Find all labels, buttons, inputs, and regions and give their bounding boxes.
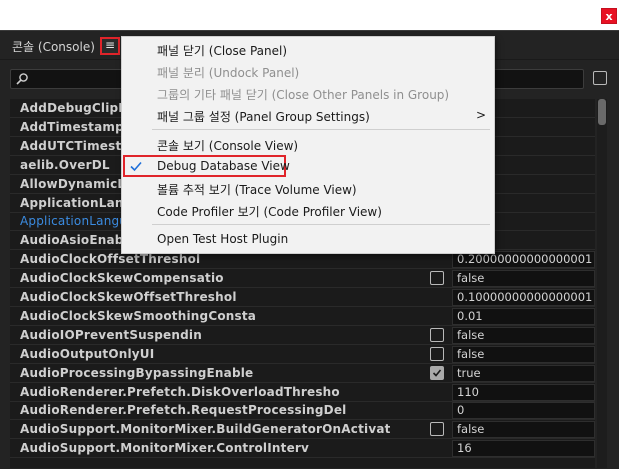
row-value-field[interactable]: 0 (452, 402, 595, 420)
row-name: AudioSupport.MonitorMixer.ControlInterv (20, 441, 310, 456)
search-icon (16, 73, 28, 85)
menu-item[interactable]: Code Profiler 보기 (Code Profiler View) (123, 199, 493, 221)
menu-item[interactable]: 패널 그룹 설정 (Panel Group Settings) > (123, 104, 493, 126)
row-value-field[interactable]: 0.10000000000000001 (452, 289, 595, 306)
table-row[interactable]: AudioOutputOnlyUI false (10, 345, 595, 364)
table-row[interactable]: AudioClockSkewCompensatio false (10, 269, 595, 289)
menu-item-label: 패널 닫기 (Close Panel) (157, 44, 288, 58)
panel-context-menu: 패널 닫기 (Close Panel) 패널 분리 (Undock Panel) 그… (121, 36, 495, 254)
menu-separator (152, 224, 490, 225)
row-name: AudioSupport.MonitorMixer.BuildGenerator… (20, 422, 390, 437)
row-value-field[interactable]: false (452, 326, 595, 344)
menu-item[interactable]: 콘솔 보기 (Console View) (123, 133, 493, 155)
scrollbar-thumb[interactable] (598, 99, 606, 125)
menu-item-label: Code Profiler 보기 (Code Profiler View) (157, 205, 382, 219)
row-name: AudioIOPreventSuspendin (20, 327, 202, 342)
row-name: AudioClockOffsetThreshol (20, 252, 201, 267)
table-row[interactable]: AudioSupport.MonitorMixer.ControlInterv 1… (10, 439, 595, 459)
menu-item-label: Open Test Host Plugin (157, 232, 289, 246)
row-name: AudioClockSkewOffsetThreshol (20, 290, 237, 304)
row-name: AudioRenderer.Prefetch.RequestProcessing… (20, 403, 347, 418)
menu-item-label: 패널 그룹 설정 (Panel Group Settings) (157, 110, 370, 124)
row-value-field[interactable]: 0.01 (452, 307, 595, 325)
window-close-button[interactable]: x (601, 8, 617, 24)
row-name: AudioRenderer.Prefetch.DiskOverloadThres… (20, 384, 340, 399)
chevron-right-icon: > (476, 108, 487, 122)
row-value-field[interactable]: false (452, 421, 595, 439)
row-value-field[interactable]: 16 (452, 440, 595, 458)
menu-separator (152, 129, 490, 130)
row-checkbox[interactable] (430, 346, 444, 361)
menu-item-label: 볼륨 추적 보기 (Trace Volume View) (157, 183, 357, 197)
menu-item-label: Debug Database View (157, 159, 290, 173)
check-icon (432, 369, 442, 377)
panel-menu-button[interactable]: ≡ (100, 37, 120, 55)
menu-item: 패널 분리 (Undock Panel) (123, 60, 493, 82)
menu-item-label: 그룹의 기타 패널 닫기 (Close Other Panels in Grou… (157, 88, 450, 102)
menu-item[interactable]: 패널 닫기 (Close Panel) (123, 38, 493, 60)
row-name: AudioProcessingBypassingEnable (20, 365, 254, 380)
table-row[interactable]: AudioRenderer.Prefetch.DiskOverloadThres… (10, 383, 595, 402)
menu-item-label: 패널 분리 (Undock Panel) (157, 66, 300, 80)
row-value-field[interactable]: false (452, 345, 595, 363)
menu-item[interactable]: 볼륨 추적 보기 (Trace Volume View) (123, 177, 493, 199)
filter-checkbox[interactable] (593, 71, 607, 85)
table-row[interactable]: AudioSupport.MonitorMixer.BuildGenerator… (10, 420, 595, 440)
menu-item: 그룹의 기타 패널 닫기 (Close Other Panels in Grou… (123, 82, 493, 104)
row-name: AudioClockSkewCompensatio (20, 271, 224, 286)
checkmark-icon (130, 161, 142, 172)
table-row[interactable]: AudioProcessingBypassingEnable true (10, 364, 595, 383)
panel-title-tab[interactable]: 콘솔 (Console) (12, 38, 95, 55)
table-row[interactable]: AudioClockSkewSmoothingConsta 0.01 (10, 307, 595, 326)
row-checkbox[interactable] (430, 422, 444, 437)
row-checkbox[interactable] (430, 327, 444, 342)
list-scrollbar[interactable] (597, 99, 607, 468)
row-value-field[interactable]: true (452, 364, 595, 382)
row-checkbox[interactable] (430, 365, 444, 380)
menu-item[interactable]: Debug Database View (123, 155, 290, 177)
table-row[interactable]: AudioRenderer.Prefetch.RequestProcessing… (10, 401, 595, 421)
table-row[interactable]: AudioIOPreventSuspendin false (10, 326, 595, 345)
table-row[interactable]: AudioClockSkewOffsetThreshol 0.1000000000… (10, 288, 595, 307)
window-titlebar: x (0, 0, 619, 30)
menu-item-label: 콘솔 보기 (Console View) (157, 139, 299, 153)
row-name: AudioClockSkewSmoothingConsta (20, 308, 257, 323)
row-value-field[interactable]: 110 (452, 383, 595, 401)
menu-item[interactable]: Open Test Host Plugin (123, 228, 493, 250)
row-checkbox[interactable] (430, 271, 444, 286)
row-value-field[interactable]: false (452, 270, 595, 288)
row-name: AudioOutputOnlyUI (20, 346, 155, 361)
